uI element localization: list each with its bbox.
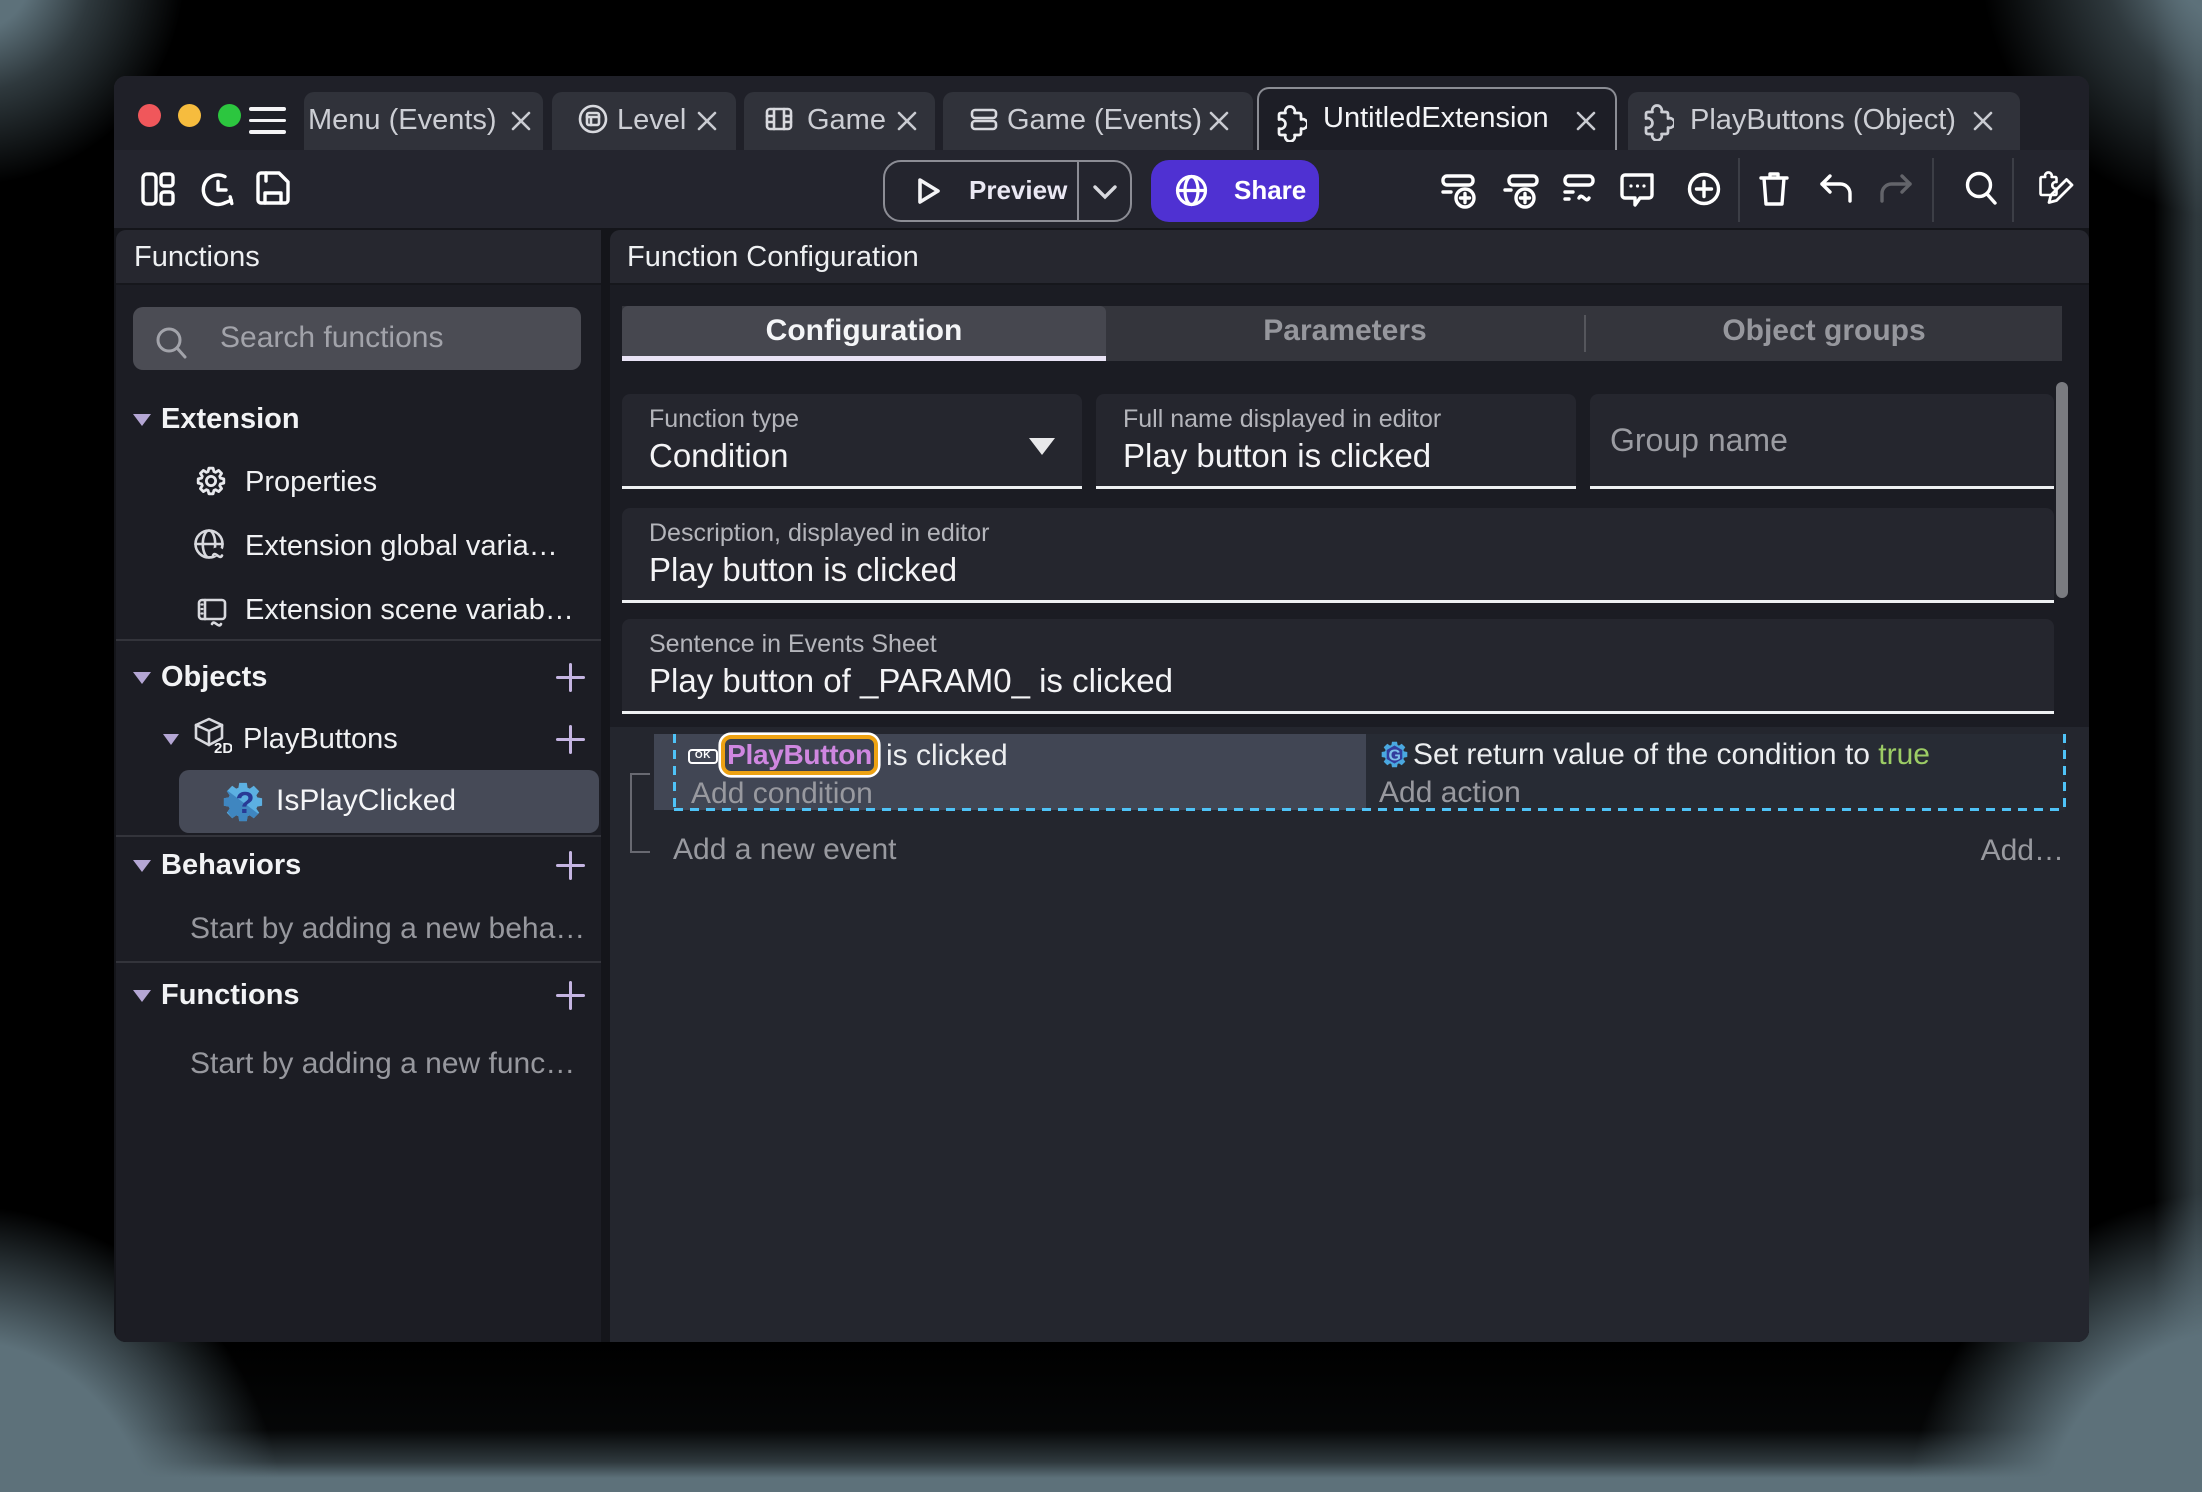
svg-text:?: ?: [236, 785, 255, 820]
svg-text:2D: 2D: [214, 740, 232, 756]
svg-text:G: G: [1389, 748, 1401, 765]
